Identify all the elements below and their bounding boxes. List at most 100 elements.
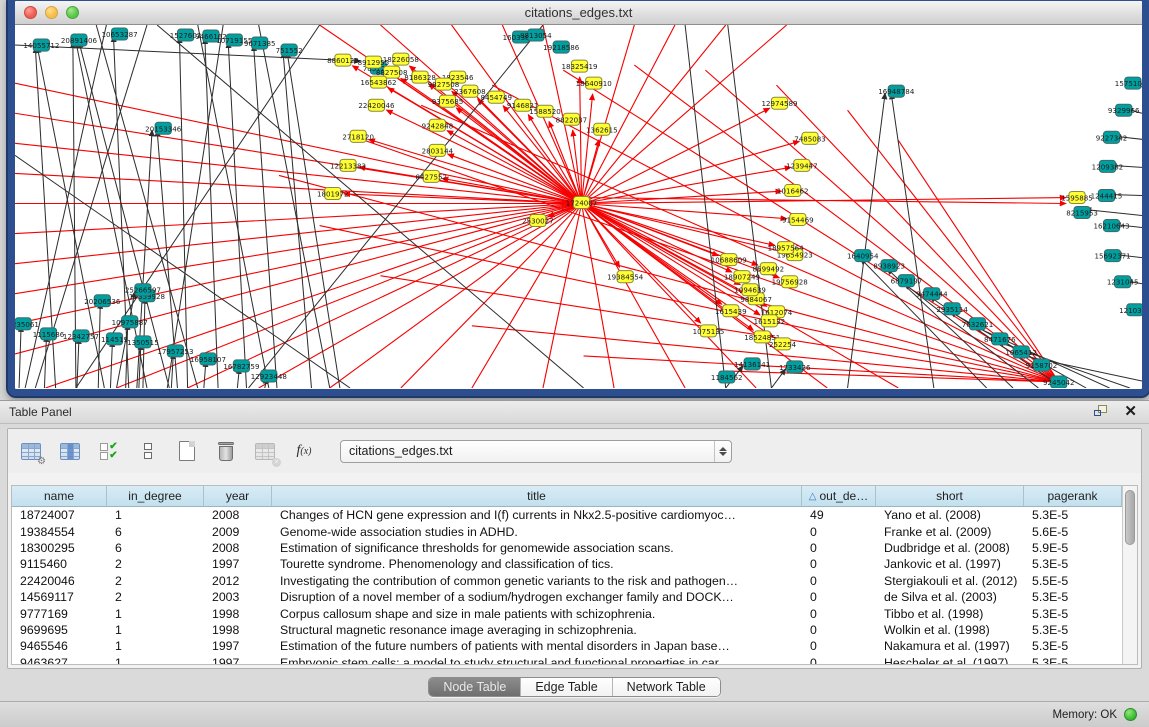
graph-node-label: 8813054 (520, 31, 552, 40)
network-window-title: citations_edges.txt (15, 5, 1142, 20)
column-header-year[interactable]: year (204, 486, 272, 506)
table-row[interactable]: 911546021997Tourette syndrome. Phenomeno… (12, 556, 1122, 572)
table-cell: 1 (107, 656, 204, 665)
graph-node-label: 20206536 (84, 297, 121, 306)
table-row[interactable]: 1872400712008Changes of HCN gene express… (12, 507, 1122, 523)
table-settings-icon[interactable]: ⚙ (18, 438, 44, 464)
table-select-value: citations_edges.txt (341, 444, 714, 458)
tab-node-table[interactable]: Node Table (429, 678, 521, 696)
graph-node-label: 1184562 (711, 373, 743, 382)
delete-icon[interactable] (213, 438, 239, 464)
network-window[interactable]: citations_edges.txt 1405571220891406 1065… (8, 0, 1149, 396)
table-cell: Jankovic et al. (1997) (876, 557, 1024, 571)
table-cell: 0 (802, 656, 876, 665)
show-columns-icon[interactable] (57, 438, 83, 464)
graph-node-label: 10653287 (102, 30, 138, 39)
column-header-label: year (226, 489, 249, 503)
graph-node-label: 8427552 (415, 172, 447, 181)
graph-node-label: 8822037 (556, 115, 588, 124)
table-cell: 5.5E-5 (1024, 574, 1122, 588)
table-row[interactable]: 1830029562008Estimation of significance … (12, 540, 1122, 556)
network-window-titlebar[interactable]: citations_edges.txt (15, 1, 1142, 25)
table-cell: Tibbo et al. (1998) (876, 607, 1024, 621)
column-header-outde[interactable]: △out_de… (802, 486, 876, 506)
table-header-row: namein_degree year title△out_de…shortpager… (12, 486, 1122, 507)
select-rows-icon[interactable]: ✔ ✔ (96, 438, 122, 464)
table-cell: 1 (107, 607, 204, 621)
table-cell: 1997 (204, 639, 272, 653)
table-panel-header: Table Panel ✕ (0, 401, 1149, 424)
table-cell: Yano et al. (2008) (876, 508, 1024, 522)
network-canvas[interactable]: 1405571220891406106532871527602946616210… (15, 25, 1142, 388)
table-row[interactable]: 2242004622012Investigating the contribut… (12, 573, 1122, 589)
graph-node-label: 19218586 (543, 43, 580, 52)
table-row[interactable]: 946554611997Estimation of the future num… (12, 638, 1122, 654)
graph-node-label: 1350515 (127, 338, 159, 347)
table-cell: Corpus callosum shape and size in male p… (272, 607, 802, 621)
new-table-icon[interactable] (174, 438, 200, 464)
table-cell: Changes of HCN gene expression and I(f) … (272, 508, 802, 522)
table-cell: 22420046 (12, 574, 107, 588)
graph-node-label: 2803144 (422, 146, 454, 155)
graph-node-label: 8938923 (873, 262, 905, 271)
float-window-icon[interactable] (1094, 405, 1110, 419)
graph-node-label: 1239447 (786, 161, 818, 170)
table-cell: 18300295 (12, 541, 107, 555)
table-row[interactable]: 1938455462009Genome-wide association stu… (12, 523, 1122, 539)
table-select-dropdown[interactable]: citations_edges.txt (340, 440, 732, 463)
delete-table-icon[interactable]: ✕ (252, 438, 278, 464)
graph-node-label: 9474444 (916, 290, 948, 299)
graph-node-label: 1595885 (1061, 194, 1093, 203)
graph-node-label: 6879197 (891, 277, 923, 286)
table-cell: 2008 (204, 508, 272, 522)
graph-node-label: 20891406 (61, 36, 98, 45)
graph-node-label: 114519 (101, 335, 128, 344)
column-header-indegree[interactable]: in_degree (107, 486, 204, 506)
table-cell: Structural magnetic resonance image aver… (272, 623, 802, 637)
graph-node-label: 14136141 (734, 360, 770, 369)
table-cell: 0 (802, 574, 876, 588)
graph-node-label: 16948784 (878, 87, 915, 96)
tab-network-table[interactable]: Network Table (613, 678, 720, 696)
scrollbar-thumb[interactable] (1125, 490, 1135, 545)
table-cell: 9777169 (12, 607, 107, 621)
table-cell: 6 (107, 525, 204, 539)
column-header-pagerank[interactable]: pagerank (1024, 486, 1122, 506)
table-cell: 2 (107, 557, 204, 571)
graph-node-label: 12342757 (63, 332, 99, 341)
close-icon[interactable]: ✕ (1124, 405, 1137, 419)
table-row[interactable]: 946362711997Embryonic stem cells: a mode… (12, 655, 1122, 665)
function-builder-icon[interactable]: f(x) (291, 438, 317, 464)
graph-node-label: 22420046 (358, 101, 395, 110)
column-header-short[interactable]: short (876, 486, 1024, 506)
memory-status-icon[interactable] (1124, 708, 1137, 721)
tab-edge-table[interactable]: Edge Table (521, 678, 612, 696)
graph-node-label: 20153346 (145, 124, 182, 133)
sort-ascending-icon: △ (809, 491, 817, 502)
row-height-icon[interactable] (135, 438, 161, 464)
graph-node-label: 14055712 (23, 41, 59, 50)
graph-node-label: 8599492 (753, 265, 785, 274)
graph-node-label: 751552 (276, 46, 303, 55)
table-cell: 5.3E-5 (1024, 639, 1122, 653)
table-cell: 1 (107, 639, 204, 653)
citation-network-graph[interactable]: 1405571220891406106532871527602946616210… (15, 25, 1142, 388)
graph-node-label: 1065412 (1005, 348, 1037, 357)
status-bar: Memory: OK (0, 701, 1149, 727)
table-row[interactable]: 977716911998Corpus callosum shape and si… (12, 605, 1122, 621)
vertical-scrollbar[interactable] (1122, 486, 1137, 665)
table-cell: Disruption of a novel member of a sodium… (272, 590, 802, 604)
table-row[interactable]: 969969511998Structural magnetic resonanc… (12, 622, 1122, 638)
graph-node-label: 18325419 (561, 62, 597, 71)
graph-node-label: 7485083 (794, 134, 826, 143)
graph-node-label: 12213383 (330, 161, 366, 170)
graph-node-label: 1733426 (779, 363, 811, 372)
graph-node-label: 1231045 (1107, 278, 1139, 287)
column-header-name[interactable]: name (12, 486, 107, 506)
column-header-title[interactable]: title (272, 486, 802, 506)
table-cell: 5.3E-5 (1024, 557, 1122, 571)
table-cell: 0 (802, 623, 876, 637)
table-cell: 5.9E-5 (1024, 541, 1122, 555)
graph-node-label: 16543862 (360, 78, 396, 87)
table-row[interactable]: 1456911722003Disruption of a novel membe… (12, 589, 1122, 605)
